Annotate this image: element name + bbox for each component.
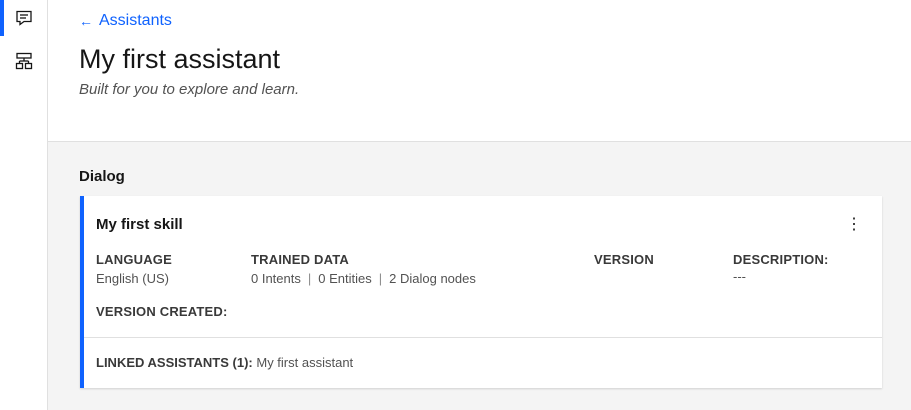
description-value: ---	[733, 269, 746, 284]
version-created-label: VERSION CREATED:	[96, 304, 228, 319]
card-divider	[84, 337, 882, 338]
arrow-left-icon: ←	[79, 13, 93, 29]
overflow-menu-icon[interactable]: ⋮	[846, 216, 862, 234]
separator: |	[307, 271, 312, 286]
skill-card[interactable]: My first skill ⋮ LANGUAGE English (US) T…	[80, 196, 882, 388]
linked-assistants-value: My first assistant	[256, 355, 354, 370]
description-label: DESCRIPTION:	[733, 252, 829, 267]
rail-item-assistants[interactable]	[0, 0, 48, 36]
page-subtitle: Built for you to explore and learn.	[79, 81, 300, 98]
back-link-label: Assistants	[99, 12, 172, 29]
back-to-assistants-link[interactable]: ← Assistants	[79, 12, 172, 30]
separator: |	[378, 271, 383, 286]
dialog-nodes-count: 2 Dialog nodes	[389, 271, 476, 286]
chat-bubble-icon	[16, 10, 32, 26]
page-title: My first assistant	[79, 44, 281, 74]
page-header: ← Assistants My first assistant Built fo…	[48, 0, 911, 142]
version-label: VERSION	[594, 252, 654, 267]
rail-item-skills[interactable]	[0, 43, 48, 79]
dialog-section-title: Dialog	[79, 168, 125, 185]
entities-count: 0 Entities	[318, 271, 372, 286]
trained-data-value: 0 Intents | 0 Entities | 2 Dialog nodes	[251, 271, 476, 286]
trained-data-label: TRAINED DATA	[251, 252, 349, 267]
skill-tree-icon	[15, 52, 33, 70]
language-value: English (US)	[96, 271, 169, 286]
intents-count: 0 Intents	[251, 271, 301, 286]
linked-assistants-label: LINKED ASSISTANTS (1):	[96, 355, 253, 370]
skill-name: My first skill	[96, 216, 183, 233]
linked-assistants: LINKED ASSISTANTS (1): My first assistan…	[96, 355, 353, 370]
language-label: LANGUAGE	[96, 252, 172, 267]
left-nav-rail	[0, 0, 48, 410]
